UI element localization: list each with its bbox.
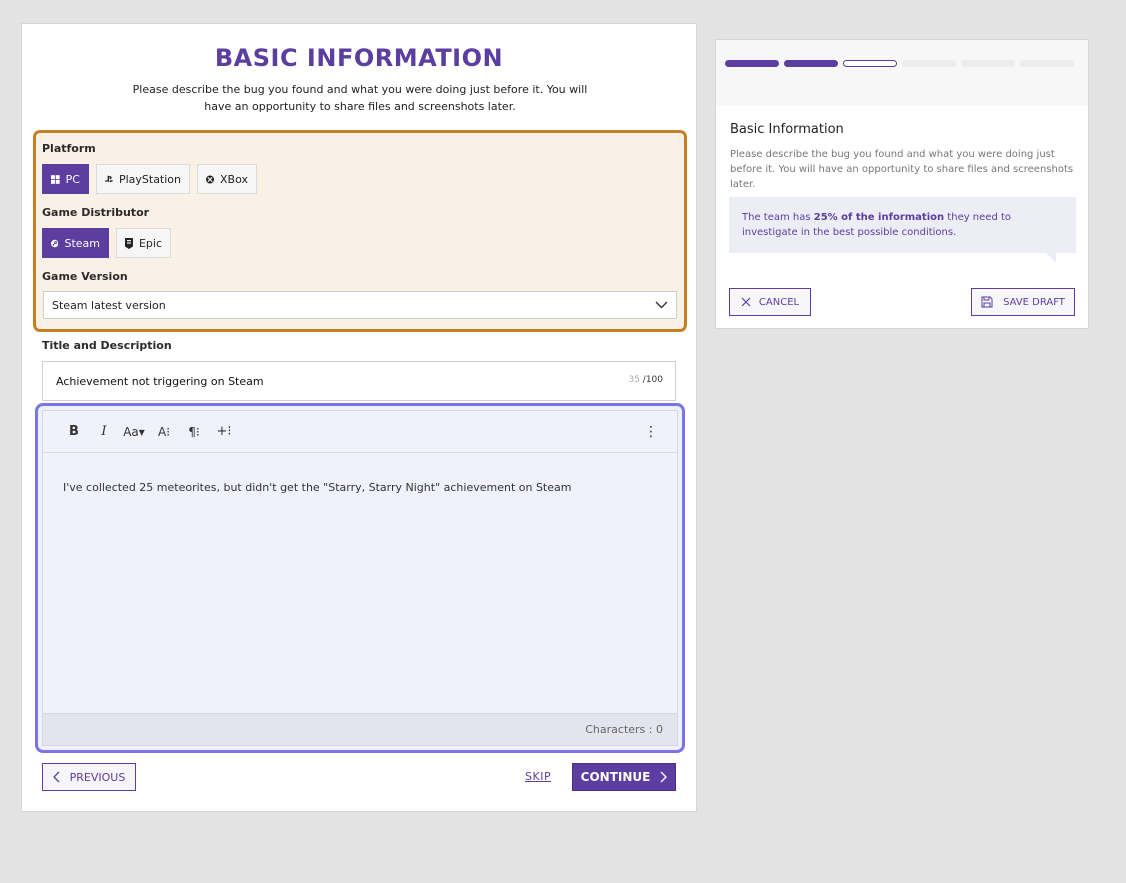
xbox-icon — [206, 174, 215, 184]
title-char-counter: 35 /100 — [628, 375, 663, 385]
platform-option-xbox[interactable]: XBox — [197, 164, 257, 194]
title-input[interactable]: Achievement not triggering on Steam 35 /… — [42, 361, 676, 401]
info-prefix: The team has — [742, 212, 814, 223]
character-count: Characters : 0 — [585, 723, 663, 736]
previous-label: PREVIOUS — [69, 770, 126, 784]
windows-icon — [51, 174, 60, 184]
info-callout-tail — [1046, 253, 1056, 263]
description-editor[interactable]: B I Aa▾ A⁝ ¶⁝ +⁝ ⋮ I've collected 25 met… — [42, 410, 678, 746]
game-version-select[interactable]: Steam latest version — [43, 291, 677, 319]
side-description: Please describe the bug you found and wh… — [730, 149, 1074, 190]
progress-step-2 — [784, 60, 838, 67]
progress-step-3 — [843, 60, 897, 67]
bold-button[interactable]: B — [59, 419, 89, 445]
title-char-max: /100 — [642, 375, 663, 385]
platform-option-pc[interactable]: PC — [42, 164, 89, 194]
continue-label: CONTINUE — [580, 770, 651, 784]
font-size-button[interactable]: Aa▾ — [119, 419, 149, 445]
cancel-label: CANCEL — [758, 296, 800, 308]
save-icon — [981, 296, 993, 308]
progress-steps — [716, 40, 1088, 106]
game-meta-section: Platform PC PlayStation XBox Game Distri… — [33, 130, 687, 332]
distributor-option-label: Steam — [64, 236, 100, 250]
platform-option-playstation[interactable]: PlayStation — [96, 164, 190, 194]
platform-option-label: PlayStation — [118, 172, 181, 186]
description-editor-highlight: B I Aa▾ A⁝ ¶⁝ +⁝ ⋮ I've collected 25 met… — [35, 403, 685, 753]
previous-button[interactable]: PREVIOUS — [42, 763, 136, 791]
distributor-option-steam[interactable]: Steam — [42, 228, 109, 258]
version-label: Game Version — [42, 270, 128, 283]
progress-step-4 — [902, 60, 956, 67]
progress-step-5 — [961, 60, 1015, 67]
title-input-value: Achievement not triggering on Steam — [56, 375, 264, 388]
platform-label: Platform — [42, 142, 96, 155]
platform-option-label: PC — [65, 172, 80, 186]
progress-side-card: Basic Information Please describe the bu… — [715, 39, 1089, 329]
editor-toolbar: B I Aa▾ A⁝ ¶⁝ +⁝ ⋮ — [43, 411, 677, 453]
paragraph-button[interactable]: ¶⁝ — [179, 419, 209, 445]
italic-button[interactable]: I — [89, 419, 119, 445]
distributor-label: Game Distributor — [42, 206, 150, 219]
description-text[interactable]: I've collected 25 meteorites, but didn't… — [63, 481, 571, 494]
character-count-bar: Characters : 0 — [43, 713, 677, 745]
insert-button[interactable]: +⁝ — [209, 419, 239, 445]
playstation-icon — [105, 175, 113, 183]
epic-icon — [125, 237, 133, 249]
side-title: Basic Information — [730, 122, 844, 137]
distributor-option-epic[interactable]: Epic — [116, 228, 171, 258]
info-highlight: 25% of the information — [813, 212, 945, 223]
chevron-left-icon — [52, 771, 60, 783]
progress-step-6 — [1020, 60, 1074, 67]
more-options-icon[interactable]: ⋮ — [641, 419, 661, 445]
close-icon — [741, 297, 751, 307]
save-draft-button[interactable]: SAVE DRAFT — [971, 288, 1075, 316]
page-title: BASIC INFORMATION — [214, 44, 504, 72]
info-callout: The team has 25% of the information they… — [729, 197, 1076, 253]
chevron-down-icon — [655, 301, 668, 309]
text-style-button[interactable]: A⁝ — [149, 419, 179, 445]
page-subtitle: Please describe the bug you found and wh… — [132, 83, 588, 113]
progress-step-1 — [725, 60, 779, 67]
distributor-option-label: Epic — [138, 236, 162, 250]
skip-link[interactable]: SKIP — [525, 770, 551, 783]
cancel-button[interactable]: CANCEL — [729, 288, 811, 316]
chevron-right-icon — [660, 771, 668, 783]
continue-button[interactable]: CONTINUE — [572, 763, 676, 791]
report-form-card: BASIC INFORMATION Please describe the bu… — [21, 23, 697, 812]
title-char-count: 35 — [628, 375, 640, 385]
title-description-label: Title and Description — [42, 339, 172, 352]
save-draft-label: SAVE DRAFT — [1003, 296, 1065, 308]
steam-icon — [51, 239, 59, 247]
game-version-value: Steam latest version — [52, 298, 166, 312]
platform-option-label: XBox — [220, 172, 248, 186]
